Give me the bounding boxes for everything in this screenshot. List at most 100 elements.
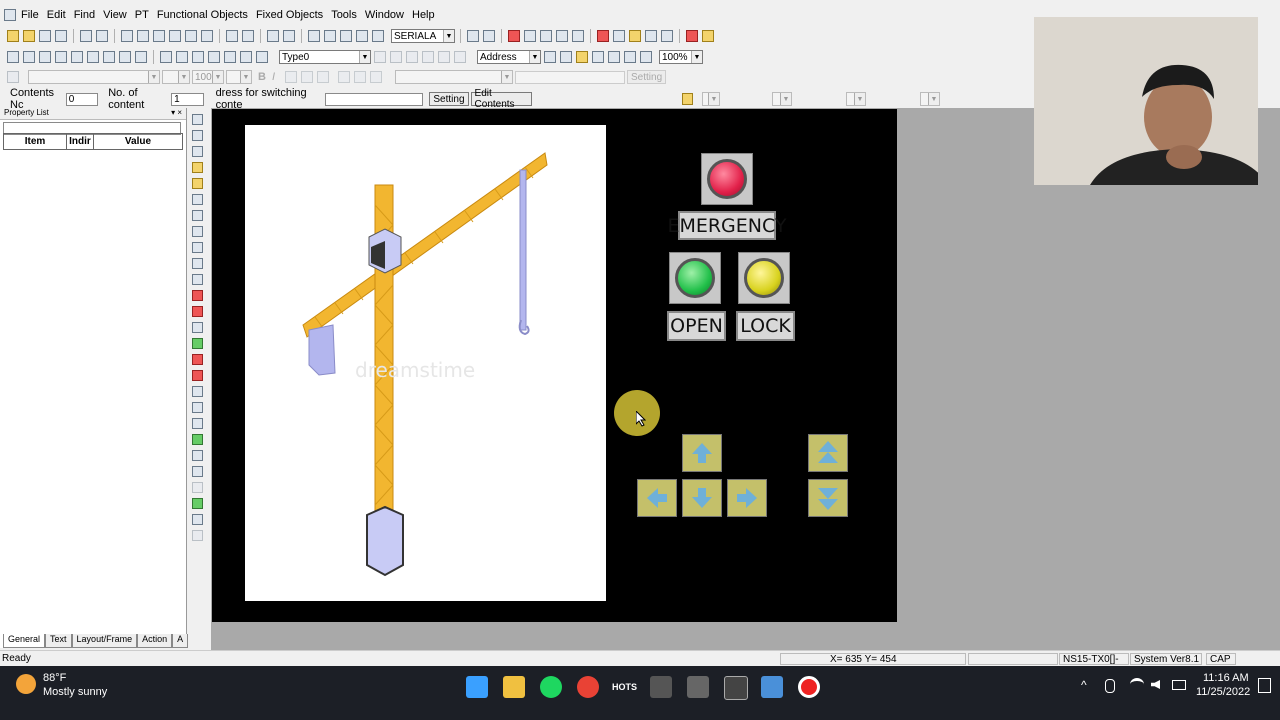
hoist-up-button[interactable] bbox=[808, 434, 848, 472]
replace-icon[interactable] bbox=[483, 30, 495, 42]
crane-image[interactable]: dreamstime bbox=[245, 125, 606, 601]
menu-tools[interactable]: Tools bbox=[327, 9, 361, 21]
settings-icon[interactable] bbox=[556, 30, 568, 42]
button-object-icon[interactable] bbox=[192, 114, 203, 125]
move-right-button[interactable] bbox=[727, 479, 767, 517]
no-of-content-input[interactable]: 1 bbox=[171, 92, 204, 106]
broken-line-icon[interactable] bbox=[192, 322, 203, 333]
level-meter-icon[interactable] bbox=[192, 290, 203, 301]
hoist-down-button[interactable] bbox=[808, 479, 848, 517]
tab-more[interactable]: A bbox=[172, 634, 189, 648]
delete-icon[interactable] bbox=[324, 30, 336, 42]
menu-help[interactable]: Help bbox=[408, 9, 439, 21]
address-b-icon[interactable] bbox=[560, 51, 572, 63]
ladder-icon[interactable] bbox=[686, 30, 698, 42]
print-preview-icon[interactable] bbox=[226, 30, 238, 42]
bit-lamp-icon[interactable] bbox=[192, 162, 203, 173]
weather-description[interactable]: Mostly sunny bbox=[43, 686, 107, 698]
chrome-icon[interactable] bbox=[577, 676, 599, 698]
properties-icon[interactable] bbox=[661, 30, 673, 42]
arc-icon[interactable] bbox=[256, 51, 268, 63]
align-icon[interactable] bbox=[71, 51, 83, 63]
validate-icon[interactable] bbox=[524, 30, 536, 42]
help-icon[interactable] bbox=[702, 30, 714, 42]
select-icon[interactable] bbox=[7, 51, 19, 63]
save-icon[interactable] bbox=[55, 30, 67, 42]
tool-f-icon[interactable] bbox=[201, 30, 213, 42]
emergency-lamp[interactable] bbox=[701, 153, 753, 205]
redo-icon[interactable] bbox=[283, 30, 295, 42]
eraser-icon[interactable] bbox=[681, 93, 693, 105]
weather-temp[interactable]: 88°F bbox=[43, 672, 66, 684]
weather-icon[interactable] bbox=[16, 674, 36, 694]
tab-layout-frame[interactable]: Layout/Frame bbox=[71, 634, 138, 648]
alarm-viewer-icon[interactable] bbox=[192, 370, 203, 381]
address-select[interactable]: Address ▼ bbox=[477, 50, 541, 64]
spotify-icon[interactable] bbox=[540, 676, 562, 698]
temporary-input-icon[interactable] bbox=[192, 450, 203, 461]
menu-view[interactable]: View bbox=[99, 9, 131, 21]
switch-address-input[interactable] bbox=[325, 92, 424, 106]
time-icon[interactable] bbox=[192, 402, 203, 413]
word-button-icon[interactable] bbox=[192, 130, 203, 141]
move-up-button[interactable] bbox=[682, 434, 722, 472]
menu-window[interactable]: Window bbox=[361, 9, 408, 21]
tool-c-icon[interactable] bbox=[153, 30, 165, 42]
test-icon[interactable] bbox=[597, 30, 609, 42]
folder-icon[interactable] bbox=[629, 30, 641, 42]
undo-icon[interactable] bbox=[267, 30, 279, 42]
line-icon[interactable] bbox=[192, 51, 204, 63]
tool-a-icon[interactable] bbox=[121, 30, 133, 42]
document-icon[interactable] bbox=[613, 30, 625, 42]
zoom-select[interactable]: 100% ▼ bbox=[659, 50, 703, 64]
alarm-icon[interactable] bbox=[192, 354, 203, 365]
copy-screen-icon[interactable] bbox=[96, 30, 108, 42]
open-folder-icon[interactable] bbox=[23, 30, 35, 42]
paste-icon[interactable] bbox=[356, 30, 368, 42]
hots-app-icon[interactable]: HOTS bbox=[612, 676, 637, 698]
menu-file[interactable]: File bbox=[17, 9, 43, 21]
rectangle-icon[interactable] bbox=[160, 51, 172, 63]
microphone-icon[interactable] bbox=[1105, 679, 1115, 693]
app-terminal-icon[interactable] bbox=[650, 676, 672, 698]
fill-icon[interactable] bbox=[624, 51, 636, 63]
bulb-icon[interactable] bbox=[576, 51, 588, 63]
notification-icon[interactable] bbox=[1258, 678, 1271, 693]
find-icon[interactable] bbox=[467, 30, 479, 42]
contents-no-input[interactable]: 0 bbox=[65, 92, 99, 106]
frame-icon[interactable] bbox=[39, 51, 51, 63]
file-explorer-icon[interactable] bbox=[503, 676, 525, 698]
paste-special-icon[interactable] bbox=[372, 30, 384, 42]
tool-d-icon[interactable] bbox=[169, 30, 181, 42]
menu-pt[interactable]: PT bbox=[131, 9, 153, 21]
image-icon[interactable] bbox=[608, 51, 620, 63]
list-selector-icon[interactable] bbox=[192, 242, 203, 253]
cx-designer-icon[interactable] bbox=[724, 676, 748, 700]
tool-b-icon[interactable] bbox=[137, 30, 149, 42]
address-a-icon[interactable] bbox=[544, 51, 556, 63]
ungroup-icon[interactable] bbox=[103, 51, 115, 63]
edit-contents-button[interactable]: Edit Contents bbox=[470, 88, 532, 110]
new-screen-icon[interactable] bbox=[80, 30, 92, 42]
string-display-icon[interactable] bbox=[192, 226, 203, 237]
polygon-icon[interactable] bbox=[224, 51, 236, 63]
group-icon[interactable] bbox=[87, 51, 99, 63]
object-icon[interactable] bbox=[55, 51, 67, 63]
close-icon[interactable]: ▾ × bbox=[171, 108, 186, 119]
clock-date[interactable]: 11/25/2022 bbox=[1196, 686, 1250, 698]
snap-icon[interactable] bbox=[135, 51, 147, 63]
numeral-display-icon[interactable] bbox=[192, 210, 203, 221]
data-log-icon[interactable] bbox=[192, 418, 203, 429]
setting-button[interactable]: Setting bbox=[429, 92, 469, 106]
print-icon[interactable] bbox=[242, 30, 254, 42]
fill-b-icon[interactable] bbox=[640, 51, 652, 63]
move-down-button[interactable] bbox=[682, 479, 722, 517]
text-object-icon[interactable] bbox=[192, 194, 203, 205]
menu-find[interactable]: Find bbox=[70, 9, 99, 21]
serial-port-select[interactable]: SERIALA ▼ bbox=[391, 29, 455, 43]
type-select[interactable]: Type0 ▼ bbox=[279, 50, 371, 64]
cut-icon[interactable] bbox=[308, 30, 320, 42]
video-icon[interactable] bbox=[192, 498, 203, 509]
copy-icon[interactable] bbox=[340, 30, 352, 42]
library-icon[interactable] bbox=[572, 30, 584, 42]
